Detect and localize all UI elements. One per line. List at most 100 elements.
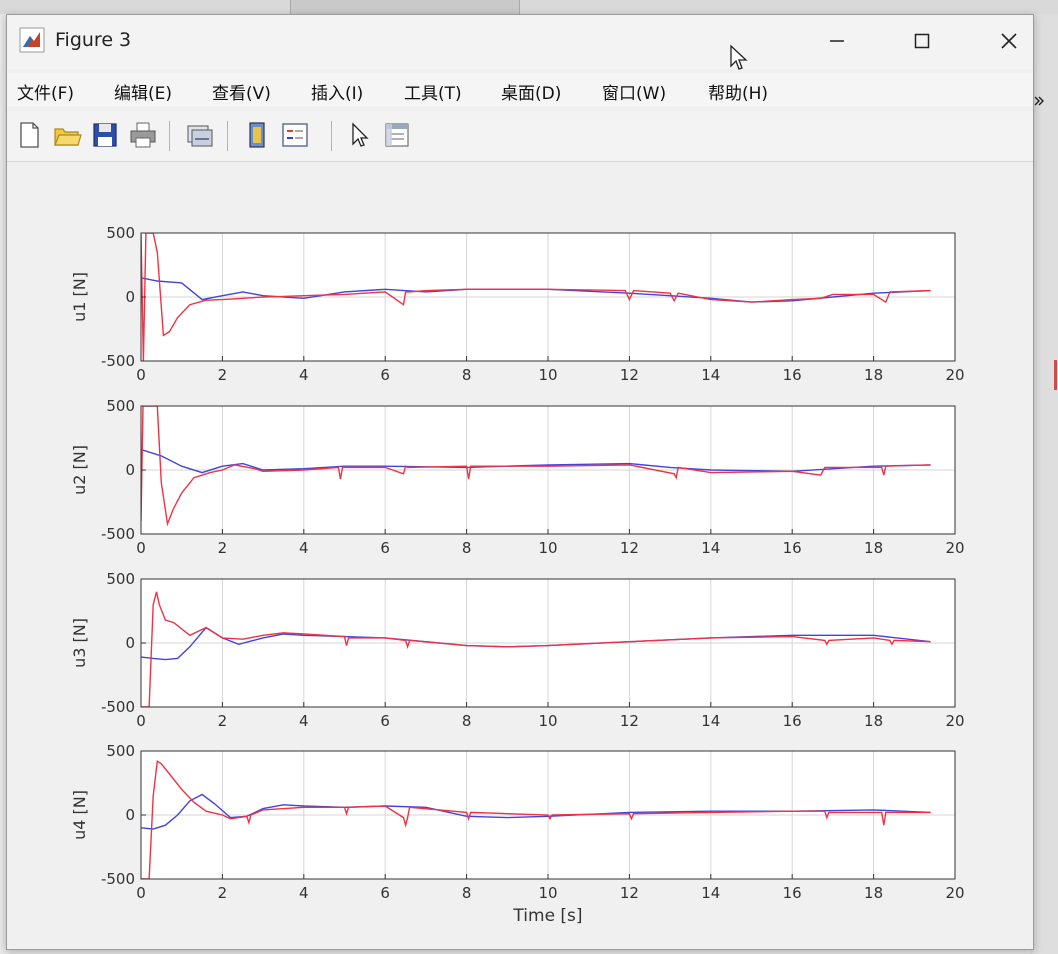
x-tick-label: 8 (462, 884, 472, 902)
y-tick-label: -500 (101, 352, 135, 370)
menu-bar: 文件(F) 编辑(E) 查看(V) 插入(I) 工具(T) 桌面(D) 窗口(W… (7, 73, 1044, 107)
x-tick-label: 20 (945, 539, 964, 557)
menu-file[interactable]: 文件(F) (17, 79, 74, 104)
background-strip (0, 0, 1058, 14)
insert-legend-icon[interactable] (279, 119, 311, 151)
link-icon[interactable] (183, 119, 215, 151)
maximize-icon (914, 33, 930, 49)
background-desktop (1030, 14, 1058, 954)
x-tick-label: 2 (218, 712, 228, 730)
x-tick-label: 6 (380, 539, 390, 557)
x-tick-label: 18 (864, 884, 883, 902)
mouse-cursor-icon (730, 44, 748, 70)
y-axis-label: u4 [N] (70, 790, 89, 840)
toolbar-separator (331, 121, 332, 151)
y-tick-label: 0 (125, 288, 135, 306)
x-tick-label: 16 (783, 539, 802, 557)
subplot-4[interactable]: 0 2 4 6 8 10 12 14 16 18 205000-500u4 [N]Time [s] (70, 742, 965, 926)
x-tick-label: 16 (783, 884, 802, 902)
property-editor-icon[interactable] (381, 119, 413, 151)
x-tick-label: 12 (620, 884, 639, 902)
x-tick-label: 14 (701, 884, 720, 902)
x-tick-label: 14 (701, 366, 720, 384)
minimize-icon (830, 40, 844, 42)
x-tick-label: 8 (462, 366, 472, 384)
y-tick-label: 500 (106, 570, 135, 588)
y-tick-label: -500 (101, 870, 135, 888)
close-icon (1001, 33, 1017, 49)
x-tick-label: 12 (620, 539, 639, 557)
chevron-double-icon[interactable] (1033, 95, 1045, 107)
menu-view[interactable]: 查看(V) (212, 79, 271, 104)
menu-desktop[interactable]: 桌面(D) (501, 79, 561, 104)
subplots-svg: 0 2 4 6 8 10 12 14 16 18 205000-500u1 [N]0 2 4 6 8 10 12… (70, 224, 965, 926)
window-title: Figure 3 (55, 29, 132, 51)
y-tick-label: -500 (101, 525, 135, 543)
title-bar[interactable]: Figure 3 (7, 15, 1033, 69)
x-tick-label: 2 (218, 539, 228, 557)
menu-edit[interactable]: 编辑(E) (114, 79, 172, 104)
x-tick-label: 10 (538, 712, 557, 730)
x-tick-label: 18 (864, 539, 883, 557)
subplot-1[interactable]: 0 2 4 6 8 10 12 14 16 18 205000-500u1 [N] (70, 224, 965, 384)
menu-help[interactable]: 帮助(H) (708, 79, 768, 104)
menu-window[interactable]: 窗口(W) (602, 79, 666, 104)
figure-window: Figure 3 文件(F) 编辑(E) 查看(V) 插入(I) 工具(T) 桌… (6, 14, 1044, 950)
y-tick-label: 500 (106, 224, 135, 242)
menu-insert[interactable]: 插入(I) (311, 79, 363, 104)
x-tick-label: 4 (299, 366, 309, 384)
x-tick-label: 10 (538, 366, 557, 384)
figure-canvas[interactable]: 0 2 4 6 8 10 12 14 16 18 20 500 0 -500 u1 [N] 0 2 4 6 8 10 12… (7, 162, 1033, 948)
x-tick-label: 0 (136, 712, 146, 730)
x-tick-label: 8 (462, 539, 472, 557)
new-figure-icon[interactable] (13, 119, 45, 151)
close-button[interactable] (979, 21, 1039, 61)
print-icon[interactable] (127, 119, 159, 151)
x-tick-label: 10 (538, 884, 557, 902)
figure-toolbar (7, 111, 1033, 162)
open-folder-icon[interactable] (51, 119, 83, 151)
background-tab (290, 0, 520, 14)
pointer-icon[interactable] (343, 119, 375, 151)
y-tick-label: 0 (125, 634, 135, 652)
matlab-icon (19, 27, 45, 53)
menu-tools[interactable]: 工具(T) (404, 79, 462, 104)
x-axis-label: Time [s] (512, 906, 582, 926)
save-icon[interactable] (89, 119, 121, 151)
x-tick-label: 4 (299, 539, 309, 557)
x-tick-label: 2 (218, 366, 228, 384)
y-tick-label: 500 (106, 397, 135, 415)
x-tick-label: 0 (136, 366, 146, 384)
y-axis-label: u1 [N] (70, 272, 89, 322)
y-tick-label: 0 (125, 806, 135, 824)
x-tick-label: 8 (462, 712, 472, 730)
x-tick-label: 12 (620, 366, 639, 384)
maximize-button[interactable] (892, 21, 952, 61)
x-tick-label: 14 (701, 539, 720, 557)
toolbar-separator (227, 121, 228, 151)
x-tick-label: 16 (783, 366, 802, 384)
x-tick-label: 6 (380, 366, 390, 384)
x-tick-label: 10 (538, 539, 557, 557)
x-tick-label: 18 (864, 712, 883, 730)
x-tick-label: 14 (701, 712, 720, 730)
x-tick-label: 16 (783, 712, 802, 730)
subplot-3[interactable]: 0 2 4 6 8 10 12 14 16 18 205000-500u3 [N] (70, 570, 965, 730)
x-tick-label: 4 (299, 712, 309, 730)
x-tick-label: 20 (945, 884, 964, 902)
x-tick-label: 12 (620, 712, 639, 730)
subplot-2[interactable]: 0 2 4 6 8 10 12 14 16 18 205000-500u2 [N] (70, 397, 965, 557)
y-axis-label: u3 [N] (70, 618, 89, 668)
y-tick-label: -500 (101, 698, 135, 716)
toolbar-separator (169, 121, 170, 151)
background-accent (1054, 360, 1057, 390)
y-tick-label: 500 (106, 742, 135, 760)
x-tick-label: 2 (218, 884, 228, 902)
minimize-button[interactable] (807, 21, 867, 61)
x-tick-label: 18 (864, 366, 883, 384)
x-tick-label: 20 (945, 712, 964, 730)
x-tick-label: 0 (136, 884, 146, 902)
dock-icon[interactable] (241, 119, 273, 151)
x-tick-label: 6 (380, 884, 390, 902)
x-tick-label: 4 (299, 884, 309, 902)
